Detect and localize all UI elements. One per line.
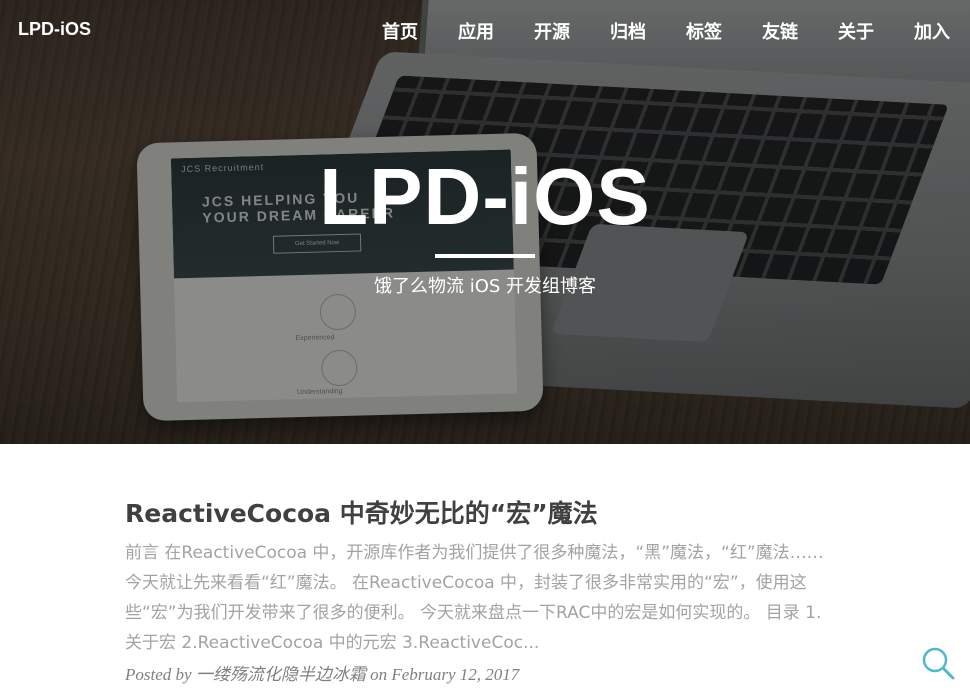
search-icon[interactable] [920,645,956,681]
post-title-link[interactable]: ReactiveCocoa 中奇妙无比的“宏”魔法 [125,494,598,530]
main-nav: 首页 应用 开源 归档 标签 友链 关于 加入 [382,18,950,44]
post-excerpt: 前言 在ReactiveCocoa 中，开源库作者为我们提供了很多种魔法，“黑”… [125,543,824,653]
nav-item-opensource[interactable]: 开源 [534,18,570,44]
nav-item-links[interactable]: 友链 [762,18,798,44]
nav-item-tags[interactable]: 标签 [686,18,722,44]
site-title: LPD-iOS [319,152,651,241]
post-meta: Posted by 一缕殇流化隐半边冰霜 on February 12, 201… [125,665,520,684]
search-icon-glyph [922,647,955,680]
hero-banner: JCS Recruitment JCS HELPING YOU YOUR DRE… [0,0,970,444]
nav-item-archive[interactable]: 归档 [610,18,646,44]
title-divider [435,254,535,258]
site-subtitle: 饿了么物流 iOS 开发组博客 [373,276,597,297]
site-brand-link[interactable]: LPD-iOS [18,19,91,40]
nav-item-join[interactable]: 加入 [914,18,950,44]
nav-item-about[interactable]: 关于 [838,18,874,44]
nav-item-apps[interactable]: 应用 [458,18,494,44]
nav-item-home[interactable]: 首页 [382,18,418,44]
